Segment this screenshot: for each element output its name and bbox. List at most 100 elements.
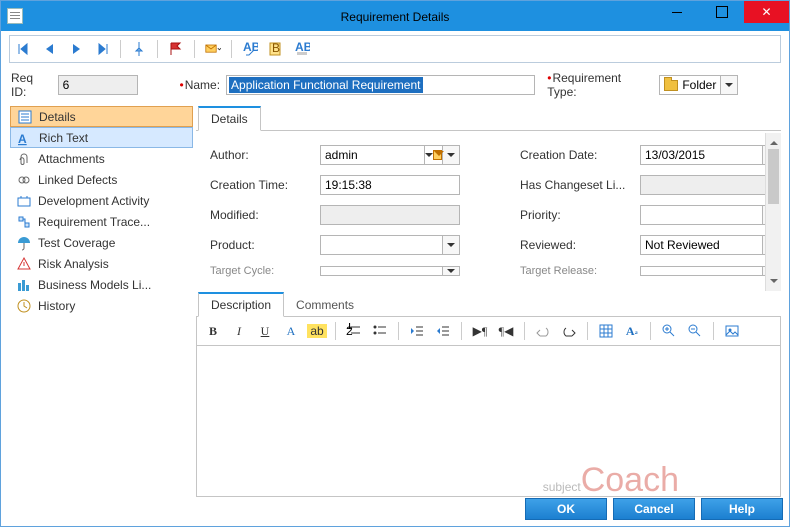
creation-date-field[interactable]: 13/03/2015 xyxy=(640,145,780,165)
bold-icon[interactable]: B xyxy=(203,321,223,341)
window-close-button[interactable] xyxy=(744,1,789,23)
ok-button[interactable]: OK xyxy=(525,498,607,520)
priority-label: Priority: xyxy=(520,208,640,222)
sidebar-item-linked-defects[interactable]: Linked Defects xyxy=(10,169,193,190)
sidebar-item-development-activity[interactable]: Development Activity xyxy=(10,190,193,211)
sidebar-item-label: History xyxy=(38,299,75,313)
outdent-icon[interactable] xyxy=(407,321,427,341)
zoom-in-icon[interactable] xyxy=(659,321,679,341)
dialog-button-bar: OK Cancel Help xyxy=(525,498,783,520)
insert-image-icon[interactable] xyxy=(722,321,742,341)
rich-text-toolbar: B I U A ab 12 ▶¶ ¶◀ A₂ xyxy=(196,317,781,346)
svg-text:AB: AB xyxy=(243,41,258,54)
sidebar-item-label: Development Activity xyxy=(38,194,149,208)
ltr-icon[interactable]: ▶¶ xyxy=(470,321,490,341)
first-record-icon[interactable] xyxy=(14,39,34,59)
description-textarea[interactable] xyxy=(196,346,781,497)
sidebar-item-rich-text[interactable]: A Rich Text xyxy=(10,127,193,148)
sidebar-item-details[interactable]: Details xyxy=(10,106,193,127)
tab-details[interactable]: Details xyxy=(198,106,261,131)
cancel-button[interactable]: Cancel xyxy=(613,498,695,520)
sidebar-item-test-coverage[interactable]: Test Coverage xyxy=(10,232,193,253)
modified-field xyxy=(320,205,460,225)
spellcheck-icon[interactable]: AB xyxy=(240,39,260,59)
sidebar-item-label: Rich Text xyxy=(39,131,88,145)
undo-icon[interactable] xyxy=(533,321,553,341)
creation-time-field[interactable] xyxy=(320,175,460,195)
sidebar-item-label: Requirement Trace... xyxy=(38,215,150,229)
trace-icon xyxy=(16,214,32,230)
highlight-icon[interactable]: ab xyxy=(307,321,327,341)
svg-text:B: B xyxy=(272,41,280,55)
scroll-thumb[interactable] xyxy=(768,149,779,204)
svg-text:2: 2 xyxy=(346,324,353,338)
font-color-icon[interactable]: A xyxy=(281,321,301,341)
toolbar-separator xyxy=(398,322,399,340)
sidebar-item-attachments[interactable]: Attachments xyxy=(10,148,193,169)
window-minimize-button[interactable] xyxy=(654,1,699,23)
window-icon xyxy=(7,8,23,24)
window-maximize-button[interactable] xyxy=(699,1,744,23)
rtl-icon[interactable]: ¶◀ xyxy=(496,321,516,341)
req-id-label: Req ID: xyxy=(11,71,52,99)
target-release-label: Target Release: xyxy=(520,265,640,277)
numbered-list-icon[interactable]: 12 xyxy=(344,321,364,341)
title-bar: Requirement Details xyxy=(1,1,789,31)
italic-icon[interactable]: I xyxy=(229,321,249,341)
scroll-up-icon[interactable] xyxy=(766,133,781,149)
svg-text:A: A xyxy=(18,132,27,146)
sidebar-item-requirement-trace[interactable]: Requirement Trace... xyxy=(10,211,193,232)
toolbar-separator xyxy=(231,40,232,58)
product-label: Product: xyxy=(210,238,320,252)
reviewed-label: Reviewed: xyxy=(520,238,640,252)
sidebar-item-business-models[interactable]: Business Models Li... xyxy=(10,274,193,295)
tab-description[interactable]: Description xyxy=(198,292,284,317)
chevron-down-icon[interactable] xyxy=(442,235,460,255)
help-button[interactable]: Help xyxy=(701,498,783,520)
toolbar-separator xyxy=(713,322,714,340)
zoom-out-icon[interactable] xyxy=(685,321,705,341)
scroll-down-icon[interactable] xyxy=(766,275,781,291)
sidebar-item-history[interactable]: History xyxy=(10,295,193,316)
author-field[interactable]: admin xyxy=(320,145,460,165)
underline-icon[interactable]: U xyxy=(255,321,275,341)
font-dialog-icon[interactable]: A₂ xyxy=(622,321,642,341)
previous-record-icon[interactable] xyxy=(40,39,60,59)
table-icon[interactable] xyxy=(596,321,616,341)
modified-label: Modified: xyxy=(210,208,320,222)
header-fields-row: Req ID: •Name: Application Functional Re… xyxy=(1,67,789,105)
target-cycle-field[interactable] xyxy=(320,266,460,276)
mail-icon[interactable] xyxy=(424,145,442,165)
bullet-list-icon[interactable] xyxy=(370,321,390,341)
creation-date-label: Creation Date: xyxy=(520,148,640,162)
pin-icon[interactable] xyxy=(129,39,149,59)
reviewed-field[interactable]: Not Reviewed xyxy=(640,235,780,255)
tab-comments[interactable]: Comments xyxy=(284,292,366,316)
name-field[interactable]: Application Functional Requirement xyxy=(226,75,535,95)
chevron-down-icon[interactable] xyxy=(720,75,738,95)
toolbar-separator xyxy=(335,322,336,340)
last-record-icon[interactable] xyxy=(92,39,112,59)
product-field[interactable] xyxy=(320,235,460,255)
thesaurus-icon[interactable]: B xyxy=(266,39,286,59)
redo-icon[interactable] xyxy=(559,321,579,341)
indent-icon[interactable] xyxy=(433,321,453,341)
next-record-icon[interactable] xyxy=(66,39,86,59)
toolbar-separator xyxy=(650,322,651,340)
chevron-down-icon[interactable] xyxy=(442,145,460,165)
priority-field[interactable] xyxy=(640,205,780,225)
main-toolbar: AB B AB xyxy=(9,35,781,63)
attachment-icon xyxy=(16,151,32,167)
flag-icon[interactable] xyxy=(166,39,186,59)
mail-dropdown-icon[interactable] xyxy=(203,39,223,59)
form-scrollbar[interactable] xyxy=(765,133,781,291)
chevron-down-icon[interactable] xyxy=(442,266,460,276)
has-changeset-field xyxy=(640,175,780,195)
requirement-type-combo[interactable]: Folder xyxy=(659,75,779,95)
target-release-field[interactable] xyxy=(640,266,780,276)
creation-time-label: Creation Time: xyxy=(210,178,320,192)
umbrella-icon xyxy=(16,235,32,251)
field-settings-icon[interactable]: AB xyxy=(292,39,312,59)
sidebar-item-label: Business Models Li... xyxy=(38,278,151,292)
sidebar-item-risk-analysis[interactable]: Risk Analysis xyxy=(10,253,193,274)
